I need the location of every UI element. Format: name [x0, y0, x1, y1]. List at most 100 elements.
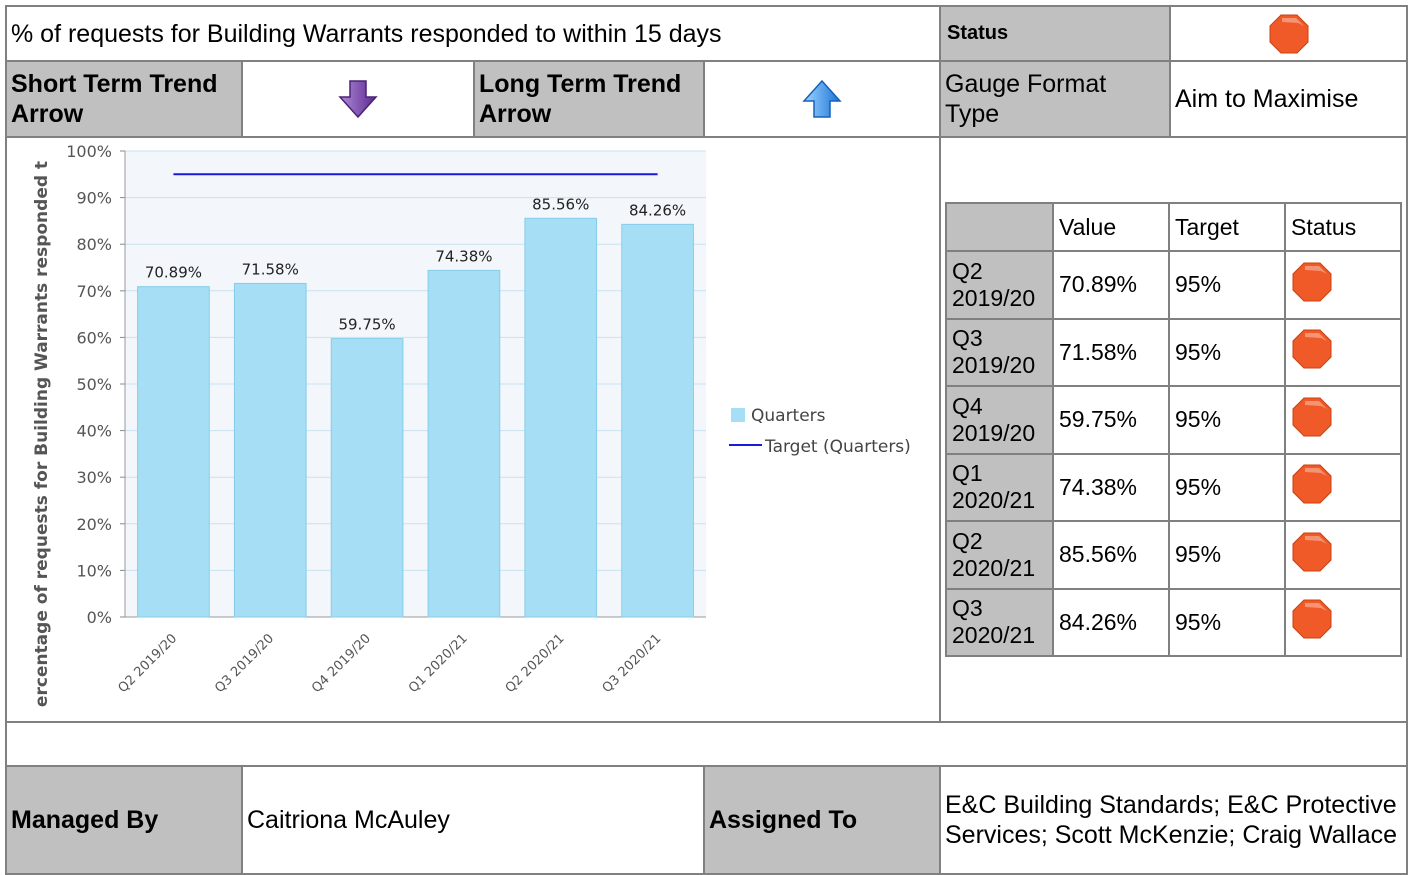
long-term-trend-cell — [703, 60, 941, 138]
x-tick-label: Q3 2019/20 — [212, 631, 277, 696]
bar — [137, 286, 210, 618]
row-target: 95% — [1168, 520, 1286, 590]
row-target: 95% — [1168, 587, 1286, 658]
gauge-format-value-cell: Aim to Maximise — [1169, 60, 1408, 138]
down-arrow-icon — [338, 80, 378, 119]
x-tick-label: Q2 2020/21 — [503, 631, 568, 696]
assigned-to-value-cell: E&C Building Standards; E&C Protective S… — [939, 765, 1408, 875]
gauge-format-label-cell: Gauge Format Type — [939, 60, 1171, 138]
table-row: Q1 2020/21 74.38% 95% — [945, 452, 1402, 523]
row-target: 95% — [1168, 452, 1286, 523]
row-status — [1284, 317, 1402, 388]
row-status — [1284, 250, 1402, 320]
row-period: Q2 2020/21 — [945, 520, 1054, 590]
long-term-trend-label: Long Term Trend Arrow — [479, 70, 682, 128]
row-status — [1284, 452, 1402, 523]
y-axis-label: ercentage of requests for Building Warra… — [32, 161, 52, 707]
row-period: Q1 2020/21 — [945, 452, 1054, 523]
bar-value-label: 70.89% — [145, 264, 202, 282]
assigned-to-label: Assigned To — [709, 806, 858, 834]
row-value: 70.89% — [1052, 250, 1170, 320]
table-header-status: Status — [1284, 201, 1402, 253]
stop-octagon-icon — [1269, 14, 1308, 53]
row-target: 95% — [1168, 317, 1286, 388]
x-tick-label: Q4 2019/20 — [309, 631, 374, 696]
row-value: 59.75% — [1052, 385, 1170, 455]
bar — [427, 269, 501, 618]
assigned-to-label-cell: Assigned To — [703, 765, 941, 875]
bar-value-label: 59.75% — [338, 316, 395, 334]
row-status — [1284, 587, 1402, 658]
managed-by-value: Caitriona McAuley — [247, 806, 450, 834]
long-term-trend-label-cell: Long Term Trend Arrow — [473, 60, 705, 138]
y-tick-label: 40% — [76, 422, 112, 441]
short-term-trend-cell — [241, 60, 475, 138]
kpi-title: % of requests for Building Warrants resp… — [11, 19, 722, 48]
x-tick-label: Q3 2020/21 — [600, 631, 665, 696]
x-tick-label: Q1 2020/21 — [406, 631, 471, 696]
y-tick-label: 100% — [66, 142, 112, 161]
row-status — [1284, 520, 1402, 590]
table-row: Q4 2019/20 59.75% 95% — [945, 385, 1402, 455]
y-tick-label: 60% — [76, 328, 112, 347]
row-target: 95% — [1168, 385, 1286, 455]
bar-value-label: 85.56% — [532, 195, 589, 213]
managed-by-label-cell: Managed By — [5, 765, 243, 875]
y-tick-label: 90% — [76, 189, 112, 208]
stop-octagon-icon — [1291, 464, 1333, 510]
y-tick-label: 50% — [76, 375, 112, 394]
table-row: Q3 2019/20 71.58% 95% — [945, 317, 1402, 388]
managed-by-label: Managed By — [11, 806, 159, 834]
row-value: 84.26% — [1052, 587, 1170, 658]
y-tick-label: 20% — [76, 515, 112, 534]
short-term-trend-label-cell: Short Term Trend Arrow — [5, 60, 243, 138]
row-period: Q4 2019/20 — [945, 385, 1054, 455]
stop-octagon-icon — [1291, 599, 1333, 645]
row-target: 95% — [1168, 250, 1286, 320]
stop-octagon-icon — [1291, 329, 1333, 375]
y-tick-label: 30% — [76, 468, 112, 487]
row-value: 74.38% — [1052, 452, 1170, 523]
bar-value-label: 84.26% — [629, 201, 686, 219]
bar — [524, 217, 598, 618]
y-tick-label: 0% — [87, 608, 112, 627]
table-row: Q3 2020/21 84.26% 95% — [945, 587, 1402, 658]
stop-octagon-icon — [1291, 532, 1333, 578]
table-header-period — [945, 201, 1054, 253]
bar — [233, 282, 307, 618]
legend-swatch-quarters — [731, 408, 745, 422]
kpi-title-cell: % of requests for Building Warrants resp… — [5, 5, 941, 62]
gauge-format-label: Gauge Format Type — [945, 70, 1107, 128]
bar-value-label: 71.58% — [242, 260, 299, 278]
data-table: Value Target Status Q2 2019/20 70.89% 95% Q… — [945, 201, 1402, 658]
stop-octagon-icon — [1291, 262, 1333, 308]
table-header-target: Target — [1168, 201, 1286, 253]
status-label: Status — [947, 22, 1009, 44]
row-period: Q2 2019/20 — [945, 250, 1054, 320]
bar — [330, 338, 404, 618]
bar-value-label: 74.38% — [435, 247, 492, 265]
table-header-value: Value — [1052, 201, 1170, 253]
bar-chart: 0% 10% 20% 30% 40% 50% 60% 70% 80% 90% 100% ercenta… — [32, 142, 911, 707]
up-arrow-icon — [802, 79, 842, 118]
y-tick-label: 80% — [76, 235, 112, 254]
row-value: 71.58% — [1052, 317, 1170, 388]
row-period: Q3 2019/20 — [945, 317, 1054, 388]
stop-octagon-icon — [1291, 397, 1333, 443]
gauge-format-value: Aim to Maximise — [1175, 85, 1359, 113]
y-tick-label: 10% — [76, 561, 112, 580]
legend-label-quarters: Quarters — [751, 406, 826, 426]
y-tick-label: 70% — [76, 282, 112, 301]
status-value-cell — [1169, 5, 1408, 62]
row-value: 85.56% — [1052, 520, 1170, 590]
assigned-to-value: E&C Building Standards; E&C Protective S… — [945, 791, 1398, 849]
row-period: Q3 2020/21 — [945, 587, 1054, 658]
table-header-row: Value Target Status — [945, 201, 1402, 253]
short-term-trend-label: Short Term Trend Arrow — [11, 70, 218, 128]
row-status — [1284, 385, 1402, 455]
table-row: Q2 2020/21 85.56% 95% — [945, 520, 1402, 590]
status-label-cell: Status — [939, 5, 1171, 62]
spacer-row — [5, 721, 1408, 767]
bar — [621, 223, 694, 618]
x-tick-label: Q2 2019/20 — [115, 631, 180, 696]
